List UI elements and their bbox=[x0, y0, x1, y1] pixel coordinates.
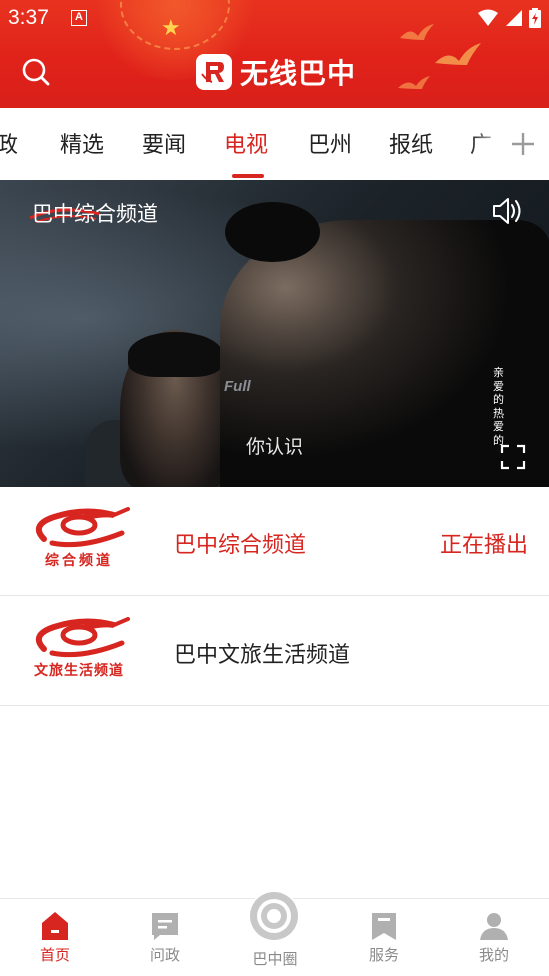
channel-name: 巴中文旅生活频道 bbox=[174, 643, 351, 668]
nav-label: 问政 bbox=[149, 946, 180, 964]
message-icon bbox=[152, 913, 178, 940]
channel-live-status: 正在播出 bbox=[439, 533, 528, 558]
video-channel-title: 巴中综合频道 bbox=[32, 202, 158, 226]
category-tabs: 政 精选 要闻 电视 巴州 报纸 广 bbox=[0, 108, 549, 180]
channel-logo-icon bbox=[35, 617, 130, 658]
video-side-caption: 亲爱的 热爱的 bbox=[493, 366, 504, 447]
circle-icon bbox=[250, 892, 298, 940]
tab-bazhou[interactable]: 巴州 bbox=[308, 131, 352, 161]
fullscreen-icon[interactable] bbox=[500, 444, 526, 470]
app-logo-icon bbox=[196, 54, 232, 90]
nav-label: 首页 bbox=[39, 946, 70, 964]
nav-label: 服务 bbox=[368, 946, 399, 964]
channel-logo-text: 文旅生活频道 bbox=[34, 663, 124, 679]
nav-label: 我的 bbox=[478, 946, 509, 964]
tab-tv[interactable]: 电视 bbox=[224, 131, 268, 161]
notification-icon: A bbox=[71, 10, 87, 26]
nav-item-home[interactable]: 首页 bbox=[15, 899, 95, 976]
active-tab-indicator bbox=[232, 174, 264, 178]
app-logo: 无线巴中 bbox=[196, 52, 356, 92]
channel-logo-text: 综合频道 bbox=[45, 553, 113, 569]
channel-name: 巴中综合频道 bbox=[174, 533, 307, 558]
nav-item-profile[interactable]: 我的 bbox=[454, 899, 534, 976]
app-header: ★ 3:37 A 无线巴中 bbox=[0, 0, 549, 108]
signal-icon bbox=[506, 10, 522, 26]
nav-item-inquiry[interactable]: 问政 bbox=[125, 899, 205, 976]
nav-label: 巴中圈 bbox=[252, 950, 298, 968]
status-time: 3:37 bbox=[8, 6, 49, 29]
battery-icon bbox=[529, 8, 541, 28]
speaker-icon[interactable] bbox=[490, 194, 524, 228]
tab-politics[interactable]: 政 bbox=[0, 131, 18, 161]
tab-newspaper[interactable]: 报纸 bbox=[389, 131, 433, 161]
tab-news[interactable]: 要闻 bbox=[142, 131, 186, 161]
tabs-fade-overlay bbox=[470, 108, 510, 178]
channel-logo-icon bbox=[35, 507, 130, 548]
plus-icon[interactable] bbox=[508, 124, 538, 164]
tab-featured[interactable]: 精选 bbox=[60, 131, 104, 161]
nav-item-services[interactable]: 服务 bbox=[344, 899, 424, 976]
video-subtitle: 你认识 bbox=[246, 436, 304, 458]
nav-item-bazhong-circle[interactable] bbox=[248, 890, 300, 942]
video-frame-chair-logo: Full bbox=[224, 378, 251, 395]
channel-item-culture-tourism[interactable]: 文旅生活频道 巴中文旅生活频道 bbox=[0, 597, 549, 706]
channel-logo: 文旅生活频道 bbox=[24, 617, 134, 683]
channel-logo: 综合频道 bbox=[24, 507, 134, 573]
wifi-icon bbox=[478, 9, 498, 26]
home-icon bbox=[42, 912, 68, 940]
search-icon[interactable] bbox=[18, 54, 54, 90]
user-icon bbox=[480, 913, 508, 940]
status-bar: 3:37 A bbox=[0, 0, 549, 36]
video-player[interactable]: Full 巴中综合频道 你认识 亲爱的 热爱的 bbox=[0, 180, 549, 487]
channel-item-general[interactable]: 综合频道 巴中综合频道 正在播出 bbox=[0, 487, 549, 596]
bookmark-icon bbox=[372, 913, 396, 940]
app-title: 无线巴中 bbox=[240, 57, 357, 90]
